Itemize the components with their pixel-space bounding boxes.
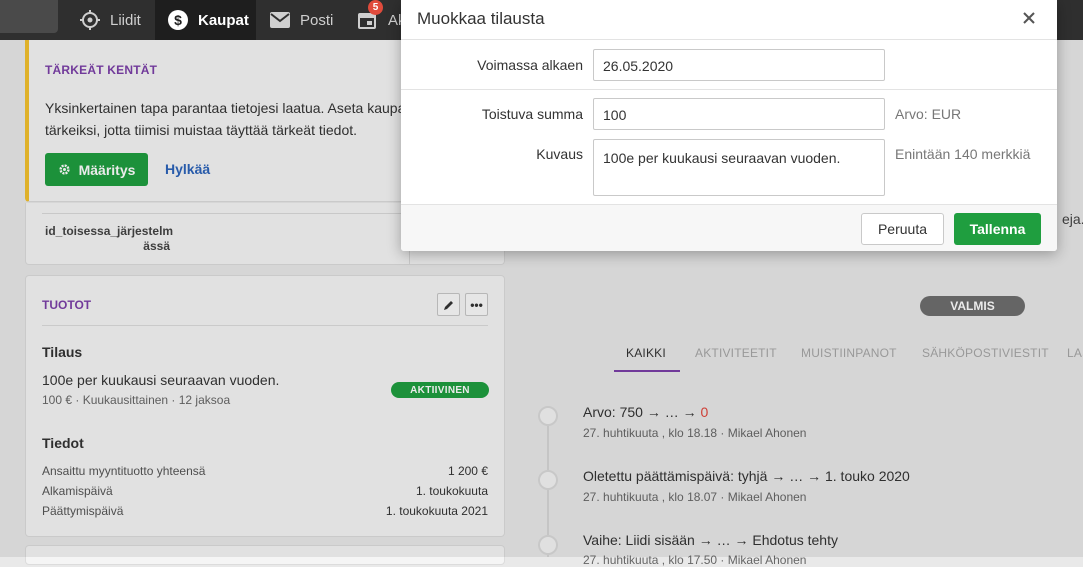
detail-row: Päättymispäivä 1. toukokuuta 2021 — [42, 504, 488, 518]
mail-icon — [270, 12, 290, 28]
modal-footer: Peruuta Tallenna — [401, 204, 1057, 251]
gear-icon — [58, 163, 71, 176]
important-fields-description: Yksinkertainen tapa parantaa tietojesi l… — [45, 97, 405, 141]
start-date-label: Voimassa alkaen — [477, 57, 583, 73]
more-options-button[interactable]: ••• — [465, 293, 488, 316]
timeline-item-meta: 27. huhtikuuta , klo 17.50 · Mikael Ahon… — [583, 553, 807, 567]
setup-button[interactable]: Määritys — [45, 153, 148, 186]
description-label: Kuvaus — [536, 146, 583, 162]
close-icon — [1023, 12, 1035, 24]
subscription-heading: Tilaus — [42, 344, 83, 360]
more-icon: ••• — [470, 297, 483, 312]
status-pill[interactable]: VALMIS — [920, 296, 1025, 316]
active-tab-indicator — [614, 370, 680, 372]
character-limit-hint: Enintään 140 merkkiä — [895, 146, 1031, 162]
products-title: TUOTOT — [42, 298, 92, 312]
divider — [42, 325, 488, 326]
timeline-title-text: Vaihe: Liidi sisään → … → Ehdotus tehty — [583, 532, 838, 548]
notification-badge: 5 — [368, 0, 383, 15]
recurring-amount-label: Toistuva summa — [481, 106, 583, 122]
currency-hint: Arvo: EUR — [895, 106, 962, 122]
timeline-title-highlight: 0 — [700, 404, 709, 420]
timeline-title-text: Arvo: 750 → … → — [583, 404, 701, 420]
tab-more[interactable]: LAS — [1067, 346, 1083, 360]
edit-subscription-modal: Muokkaa tilausta Voimassa alkaen 26.05.2… — [401, 0, 1057, 251]
partial-text: eja. — [1062, 211, 1083, 227]
timeline-dot — [538, 535, 558, 555]
detail-label: Alkamispäivä — [42, 484, 113, 498]
timeline-item-title: Arvo: 750 → … → 0 — [583, 404, 708, 420]
tab-notes[interactable]: MUISTIINPANOT — [801, 346, 897, 360]
next-card — [25, 545, 505, 565]
timeline-item-meta: 27. huhtikuuta , klo 18.07 · Mikael Ahon… — [583, 490, 807, 504]
custom-field-label: id_toisessa_järjestelm ässä — [45, 224, 174, 254]
subscription-meta: 100 € · Kuukausittainen · 12 jaksoa — [42, 393, 231, 407]
timeline-dot — [538, 406, 558, 426]
dismiss-link[interactable]: Hylkää — [165, 161, 210, 177]
nav-item-label: Posti — [300, 11, 334, 29]
nav-item-leads[interactable]: Liidit — [70, 0, 155, 40]
description-line: Yksinkertainen tapa parantaa tietojesi l… — [45, 100, 406, 116]
products-card: TUOTOT ••• Tilaus 100e per kuukausi seur… — [25, 275, 505, 537]
tab-emails[interactable]: SÄHKÖPOSTIVIESTIT — [922, 346, 1049, 360]
detail-row: Alkamispäivä 1. toukokuuta — [42, 484, 488, 498]
modal-title: Muokkaa tilausta — [417, 9, 545, 28]
modal-header: Muokkaa tilausta — [401, 0, 1057, 40]
pencil-icon — [443, 299, 455, 311]
label-line: ässä — [143, 239, 170, 253]
nav-item-activities[interactable]: Ak 5 — [344, 0, 406, 40]
close-button[interactable] — [1019, 8, 1039, 28]
svg-text:$: $ — [174, 12, 182, 28]
tab-activities[interactable]: AKTIVITEETIT — [695, 346, 777, 360]
edit-button[interactable] — [437, 293, 460, 316]
description-line: tärkeiksi, jotta tiimisi muistaa täyttää… — [45, 122, 358, 138]
setup-button-label: Määritys — [78, 161, 136, 178]
save-button[interactable]: Tallenna — [954, 213, 1041, 245]
subscription-name: 100e per kuukausi seuraavan vuoden. — [42, 372, 280, 388]
cancel-button[interactable]: Peruuta — [861, 213, 944, 245]
timeline-item-title: Oletettu päättämispäivä: tyhjä → … → 1. … — [583, 468, 910, 484]
description-textarea[interactable]: 100e per kuukausi seuraavan vuoden. — [593, 139, 885, 196]
nav-item-label: Kaupat — [198, 11, 249, 29]
dollar-icon: $ — [168, 10, 188, 30]
detail-label: Ansaittu myyntituotto yhteensä — [42, 464, 206, 478]
nav-item-mail[interactable]: Posti — [256, 0, 344, 40]
detail-row: Ansaittu myyntituotto yhteensä 1 200 € — [42, 464, 488, 478]
divider — [401, 89, 1057, 90]
nav-item-deals[interactable]: $ Kaupat — [155, 0, 256, 40]
status-badge: AKTIIVINEN — [391, 382, 489, 398]
details-heading: Tiedot — [42, 435, 84, 451]
detail-value: 1 200 € — [447, 464, 488, 478]
timeline-dot — [538, 470, 558, 490]
nav-search-box[interactable] — [0, 0, 58, 33]
timeline-item-meta: 27. huhtikuuta , klo 18.18 · Mikael Ahon… — [583, 426, 807, 440]
custom-field-row: id_toisessa_järjestelm ässä — [42, 213, 410, 265]
start-date-input[interactable]: 26.05.2020 — [593, 49, 885, 81]
label-line: id_toisessa_järjestelm — [45, 224, 174, 238]
detail-value: 1. toukokuuta — [415, 484, 488, 498]
nav-item-label: Liidit — [110, 11, 141, 29]
target-icon — [80, 10, 100, 30]
recurring-amount-input[interactable]: 100 — [593, 98, 885, 130]
detail-value: 1. toukokuuta 2021 — [385, 504, 488, 518]
timeline-item-title: Vaihe: Liidi sisään → … → Ehdotus tehty — [583, 532, 838, 548]
tab-all[interactable]: KAIKKI — [626, 346, 666, 360]
important-fields-title: TÄRKEÄT KENTÄT — [45, 63, 158, 77]
timeline-title-text: Oletettu päättämispäivä: tyhjä → … → 1. … — [583, 468, 910, 484]
detail-label: Päättymispäivä — [42, 504, 124, 518]
